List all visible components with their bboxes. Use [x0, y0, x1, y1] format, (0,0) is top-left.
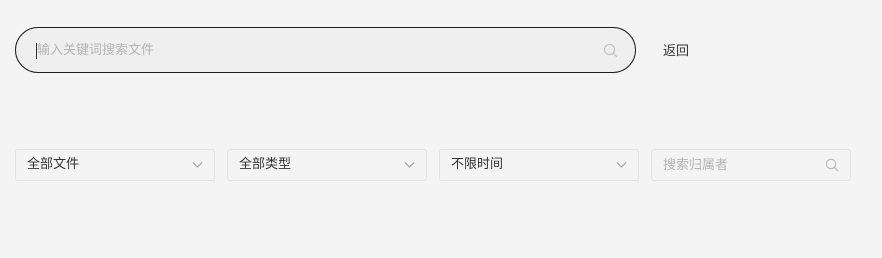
file-scope-label: 全部文件: [27, 157, 80, 172]
owner-search-field[interactable]: [651, 149, 851, 181]
back-button[interactable]: 返回: [663, 43, 689, 61]
file-scope-select[interactable]: 全部文件: [15, 149, 215, 181]
search-icon[interactable]: [825, 158, 839, 172]
chevron-down-icon: [404, 162, 415, 168]
keyword-search-bar[interactable]: [15, 27, 636, 73]
chevron-down-icon: [192, 162, 203, 168]
file-type-select[interactable]: 全部类型: [227, 149, 427, 181]
time-range-label: 不限时间: [451, 157, 504, 172]
chevron-down-icon: [616, 162, 627, 168]
file-type-label: 全部类型: [239, 157, 292, 172]
time-range-select[interactable]: 不限时间: [439, 149, 639, 181]
keyword-search-input[interactable]: [37, 28, 577, 72]
search-icon[interactable]: [603, 43, 618, 58]
owner-search-input[interactable]: [663, 150, 813, 180]
